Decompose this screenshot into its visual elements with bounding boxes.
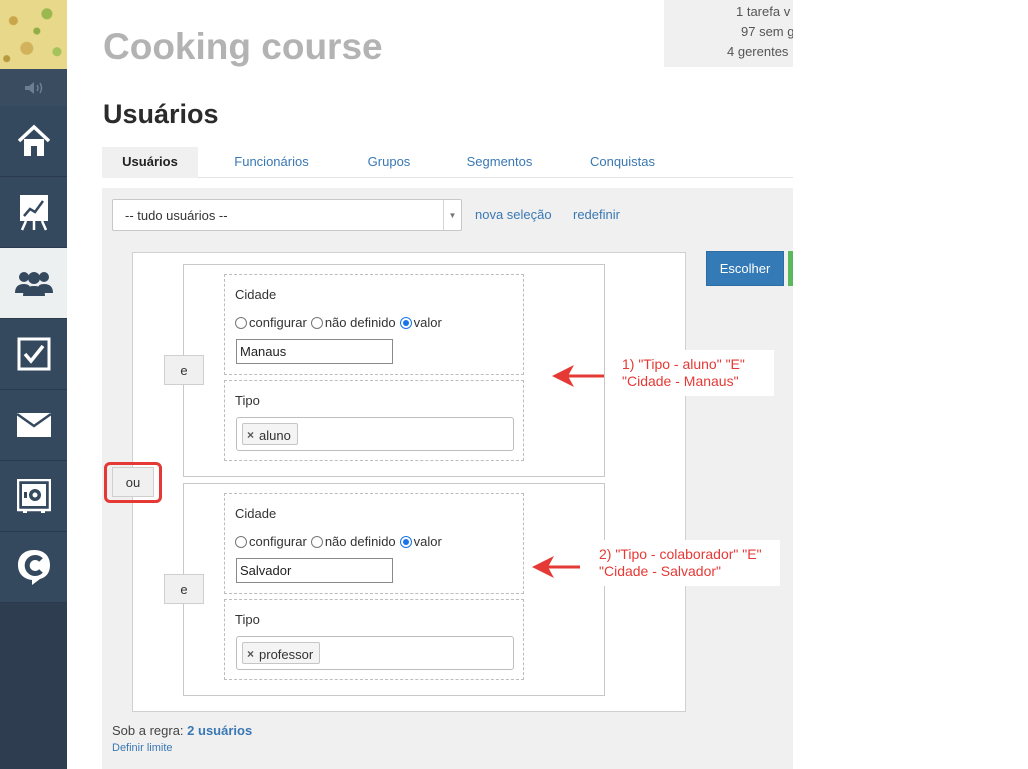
sidebar-item-users[interactable] bbox=[0, 248, 67, 319]
annotation-text: 1) "Tipo - aluno" "E" bbox=[622, 356, 745, 372]
radio-label: configurar bbox=[249, 315, 307, 330]
radio-configurar[interactable] bbox=[235, 316, 247, 329]
annotation-text: "Cidade - Manaus" bbox=[622, 373, 739, 389]
course-logo[interactable] bbox=[0, 0, 67, 69]
city-mode-options: configurar não definido valor bbox=[235, 534, 446, 549]
city-value-input[interactable]: Manaus bbox=[236, 339, 393, 364]
sidebar-item-reports[interactable] bbox=[0, 177, 67, 248]
condition-label: Cidade bbox=[235, 287, 277, 302]
tab-usuarios[interactable]: Usuários bbox=[102, 147, 198, 178]
set-limit-link[interactable]: Definir limite bbox=[112, 742, 173, 754]
radio-configurar[interactable] bbox=[235, 535, 247, 548]
sidebar-item-settings[interactable] bbox=[0, 461, 67, 532]
course-stats: 1 tarefa v 97 sem g 4 gerentes bbox=[664, 0, 793, 67]
and-operator-button[interactable]: e bbox=[164, 355, 204, 385]
type-tag: × aluno bbox=[242, 423, 298, 445]
course-title: Cooking course bbox=[103, 26, 383, 67]
radio-valor[interactable] bbox=[399, 316, 412, 329]
sound-toggle[interactable] bbox=[0, 69, 67, 106]
type-tag: × professor bbox=[242, 642, 321, 664]
rule-user-count-link[interactable]: 2 usuários bbox=[187, 723, 252, 738]
page-title: Usuários bbox=[103, 99, 219, 129]
segment-select[interactable]: -- tudo usuários -- ▼ bbox=[112, 199, 462, 231]
users-group-icon bbox=[14, 272, 53, 296]
radio-label: valor bbox=[413, 534, 442, 549]
annotation-note-1: 1) "Tipo - aluno" "E" "Cidade - Manaus" bbox=[614, 350, 774, 396]
annotation-arrow-icon bbox=[552, 365, 604, 387]
envelope-icon bbox=[16, 413, 51, 437]
stat-line[interactable]: 4 gerentes bbox=[727, 44, 788, 59]
segment-select-value: -- tudo usuários -- bbox=[125, 208, 228, 223]
condition-label: Cidade bbox=[235, 506, 277, 521]
chart-board-icon bbox=[19, 195, 48, 231]
chat-bubble-icon bbox=[17, 550, 50, 585]
city-mode-options: configurar não definido valor bbox=[235, 315, 446, 330]
checkbox-icon bbox=[17, 337, 50, 371]
choose-button[interactable]: Escolher bbox=[706, 251, 784, 286]
annotation-arrow-icon bbox=[532, 556, 580, 578]
stat-line[interactable]: 1 tarefa v bbox=[736, 4, 790, 19]
rule-summary: Sob a regra: 2 usuários bbox=[112, 723, 252, 738]
sidebar-item-chat[interactable] bbox=[0, 532, 67, 603]
annotation-highlight bbox=[104, 462, 162, 503]
tab-bar: Usuários Funcionários Grupos Segmentos C… bbox=[102, 147, 793, 178]
condition-label: Tipo bbox=[235, 612, 260, 627]
radio-valor[interactable] bbox=[399, 535, 412, 548]
sidebar bbox=[0, 0, 67, 769]
type-tags-input[interactable]: × professor bbox=[236, 636, 514, 670]
radio-label: não definido bbox=[324, 315, 396, 330]
annotation-note-2: 2) "Tipo - colaborador" "E" "Cidade - Sa… bbox=[591, 540, 780, 586]
remove-tag-icon[interactable]: × bbox=[247, 428, 254, 442]
stat-line[interactable]: 97 sem g bbox=[741, 24, 793, 39]
green-button-edge[interactable] bbox=[788, 251, 793, 286]
tag-label: aluno bbox=[259, 427, 291, 443]
tab-grupos[interactable]: Grupos bbox=[354, 147, 424, 178]
city-value-input[interactable]: Salvador bbox=[236, 558, 393, 583]
sidebar-item-home[interactable] bbox=[0, 106, 67, 177]
annotation-text: 2) "Tipo - colaborador" "E" bbox=[599, 546, 762, 562]
safe-gear-icon bbox=[16, 479, 51, 513]
radio-nao-definido[interactable] bbox=[310, 535, 323, 548]
home-icon bbox=[17, 124, 50, 156]
type-tags-input[interactable]: × aluno bbox=[236, 417, 514, 451]
sidebar-item-mail[interactable] bbox=[0, 390, 67, 461]
radio-label: configurar bbox=[249, 534, 307, 549]
condition-city: Cidade configurar não definido valor Sal… bbox=[224, 493, 524, 594]
tab-conquistas[interactable]: Conquistas bbox=[580, 147, 665, 178]
condition-label: Tipo bbox=[235, 393, 260, 408]
condition-city: Cidade configurar não definido valor Man… bbox=[224, 274, 524, 375]
speaker-icon bbox=[24, 81, 42, 94]
annotation-text: "Cidade - Salvador" bbox=[599, 563, 722, 579]
radio-nao-definido[interactable] bbox=[310, 316, 323, 329]
reset-link[interactable]: redefinir bbox=[573, 207, 620, 222]
condition-type: Tipo × aluno bbox=[224, 380, 524, 461]
radio-label: não definido bbox=[324, 534, 396, 549]
tab-funcionarios[interactable]: Funcionários bbox=[219, 147, 324, 178]
and-operator-button[interactable]: e bbox=[164, 574, 204, 604]
tag-label: professor bbox=[259, 646, 314, 662]
remove-tag-icon[interactable]: × bbox=[247, 647, 254, 661]
condition-type: Tipo × professor bbox=[224, 599, 524, 680]
new-selection-link[interactable]: nova seleção bbox=[475, 207, 552, 222]
radio-label: valor bbox=[413, 315, 442, 330]
tab-segmentos[interactable]: Segmentos bbox=[457, 147, 542, 178]
sidebar-item-tasks[interactable] bbox=[0, 319, 67, 390]
chevron-down-icon[interactable]: ▼ bbox=[443, 200, 461, 230]
rule-summary-label: Sob a regra: bbox=[112, 723, 184, 738]
